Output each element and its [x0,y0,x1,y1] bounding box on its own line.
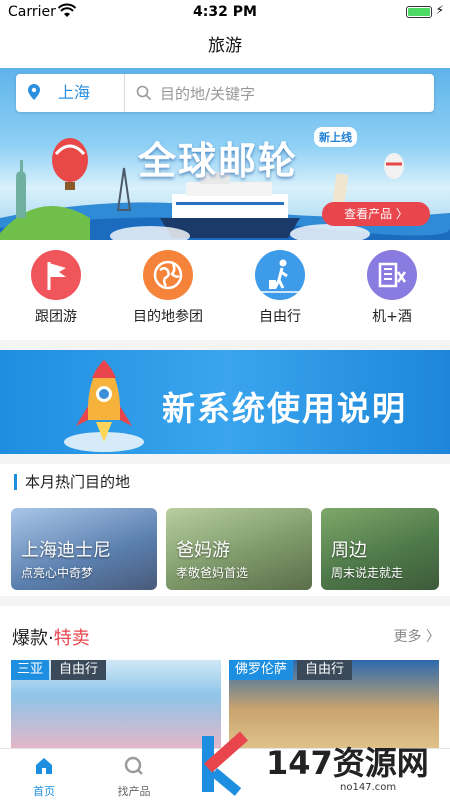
more-link[interactable]: 更多 〉 [394,626,440,646]
search-icon [136,85,152,101]
category-flight-hotel[interactable]: 机+酒 [342,250,442,326]
category-label: 自由行 [259,309,301,325]
system-guide-banner[interactable]: 新系统使用说明 [0,350,450,454]
category-label: 机+酒 [372,309,412,325]
watermark-text: 147资源网 [266,744,429,782]
tab-find-products[interactable]: 找产品 [104,749,164,799]
tab-label: 找产品 [117,785,151,798]
destination-subtitle: 点亮心中奇梦 [21,566,94,580]
title-highlight: 特卖 [53,628,90,649]
new-badge: 新上线 [314,127,357,147]
search-input[interactable] [158,74,422,114]
search-divider [124,74,125,112]
battery-icon [406,6,432,18]
nav-bar: 旅游 [0,24,450,68]
destination-card[interactable]: 周边 周末说走就走 [321,508,439,590]
destination-subtitle: 周末说走就走 [331,566,404,580]
category-label: 跟团游 [35,309,77,325]
status-bar: Carrier 4:32 PM ⚡ [0,0,450,24]
title-prefix: 爆款· [12,628,54,649]
search-icon [124,756,143,775]
traveler-icon [255,250,305,300]
page-title: 旅游 [208,36,242,56]
destination-card[interactable]: 上海迪士尼 点亮心中奇梦 [11,508,157,590]
tab-home[interactable]: 首页 [14,749,74,799]
deal-type-tag: 自由行 [297,660,353,680]
destination-subtitle: 孝敬爸妈首选 [176,566,249,580]
watermark: 147资源网 no147.com [188,728,450,800]
category-grid: 跟团游 目的地参团 自由行 机+酒 [0,240,450,340]
deal-type-tag: 自由行 [51,660,107,680]
city-selector[interactable]: 上海 [58,74,90,112]
destination-card[interactable]: 爸妈游 孝敬爸妈首选 [166,508,312,590]
destination-title: 周边 [331,540,367,561]
search-bar: 上海 [16,74,434,114]
charging-icon: ⚡ [435,3,444,17]
destination-title: 爸妈游 [176,540,230,561]
watermark-logo [202,731,248,796]
chevron-right-icon: 〉 [426,629,440,645]
popular-destinations: 本月热门目的地 上海迪士尼 点亮心中奇梦 爸妈游 孝敬爸妈首选 周边 周末说走就… [0,464,450,596]
cruise-banner[interactable]: 上海 全球邮轮 新上线 查看产品 〉 [0,68,450,240]
hot-deals-title: 爆款·特卖 [12,624,90,650]
category-group-tour[interactable]: 跟团游 [6,250,106,326]
banner-title: 全球邮轮 [138,139,299,183]
deal-place-tag: 三亚 [11,660,50,680]
category-label: 目的地参团 [133,309,203,325]
more-label: 更多 [393,629,422,645]
category-free-travel[interactable]: 自由行 [230,250,330,326]
globe-icon [143,250,193,300]
home-icon [36,758,52,774]
hotel-icon [367,250,417,300]
location-pin-icon [28,84,40,100]
tab-label: 首页 [33,785,55,798]
watermark-url: no147.com [340,782,397,793]
battery-fill [408,8,430,16]
view-products-button[interactable]: 查看产品 〉 [322,202,430,226]
category-destination-tour[interactable]: 目的地参团 [118,250,218,326]
promo-title: 新系统使用说明 [162,389,407,428]
flag-icon [31,250,81,300]
clock: 4:32 PM [193,4,257,20]
destination-title: 上海迪士尼 [21,540,111,561]
section-header: 本月热门目的地 [14,474,130,490]
deal-place-tag: 佛罗伦萨 [229,660,294,680]
